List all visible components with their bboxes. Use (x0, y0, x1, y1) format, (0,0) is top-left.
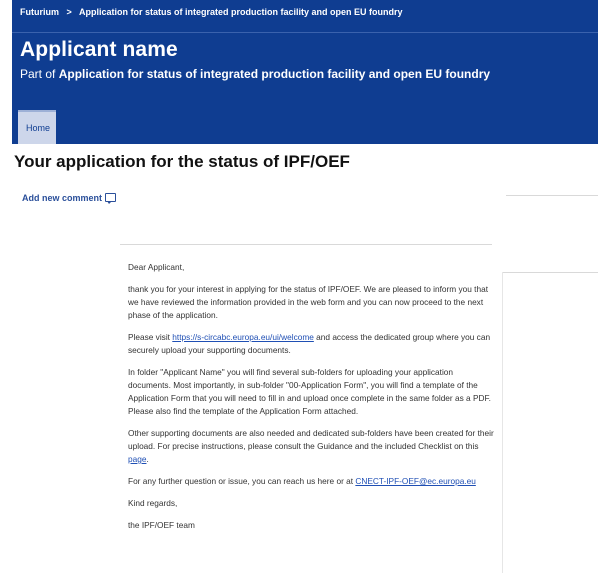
content-top-divider (120, 244, 492, 245)
comment-icon (105, 193, 117, 204)
letter-text: . (146, 454, 149, 464)
sidebar-border (502, 272, 503, 573)
contact-email-link[interactable]: CNECT-IPF-OEF@ec.europa.eu (355, 476, 475, 486)
letter-text: For any further question or issue, you c… (128, 476, 354, 486)
page-title: Applicant name (20, 38, 178, 61)
part-of-link[interactable]: Application for status of integrated pro… (59, 67, 490, 81)
letter-signature: the IPF/OEF team (128, 520, 195, 530)
letter-paragraph-1: thank you for your interest in applying … (128, 284, 489, 320)
letter-closing: Kind regards, (128, 498, 178, 508)
letter-paragraph-2: Please visit https://s-circabc.europa.eu… (128, 331, 494, 357)
breadcrumb: Futurium > Application for status of int… (12, 0, 598, 24)
divider-line (506, 195, 598, 196)
application-heading: Your application for the status of IPF/O… (14, 152, 350, 171)
letter-paragraph-3: In folder "Applicant Name" you will find… (128, 367, 491, 416)
part-of-prefix: Part of (20, 67, 56, 81)
letter-paragraph-4: Other supporting documents are also need… (128, 427, 494, 466)
sidebar-divider (502, 272, 598, 273)
letter-paragraph-5: For any further question or issue, you c… (128, 475, 494, 488)
tab-home[interactable]: Home (18, 110, 56, 144)
breadcrumb-current: Application for status of integrated pro… (78, 7, 403, 17)
part-of-line: Part of Application for status of integr… (20, 67, 490, 81)
circabc-link[interactable]: https://s-circabc.europa.eu/ui/welcome (172, 332, 314, 342)
letter-text: Please visit (128, 332, 170, 342)
letter-text: Other supporting documents are also need… (128, 428, 494, 451)
page-header: Applicant name Part of Application for s… (12, 24, 598, 144)
letter-body: Dear Applicant, thank you for your inter… (128, 261, 494, 541)
add-comment-label: Add new comment (22, 193, 103, 203)
guidance-page-link[interactable]: page (128, 454, 146, 464)
breadcrumb-separator: > (66, 7, 72, 17)
letter-greeting: Dear Applicant, (128, 262, 185, 272)
breadcrumb-link-futurium[interactable]: Futurium (20, 7, 59, 17)
header-divider (12, 32, 598, 33)
add-comment-button[interactable]: Add new comment (22, 193, 117, 204)
